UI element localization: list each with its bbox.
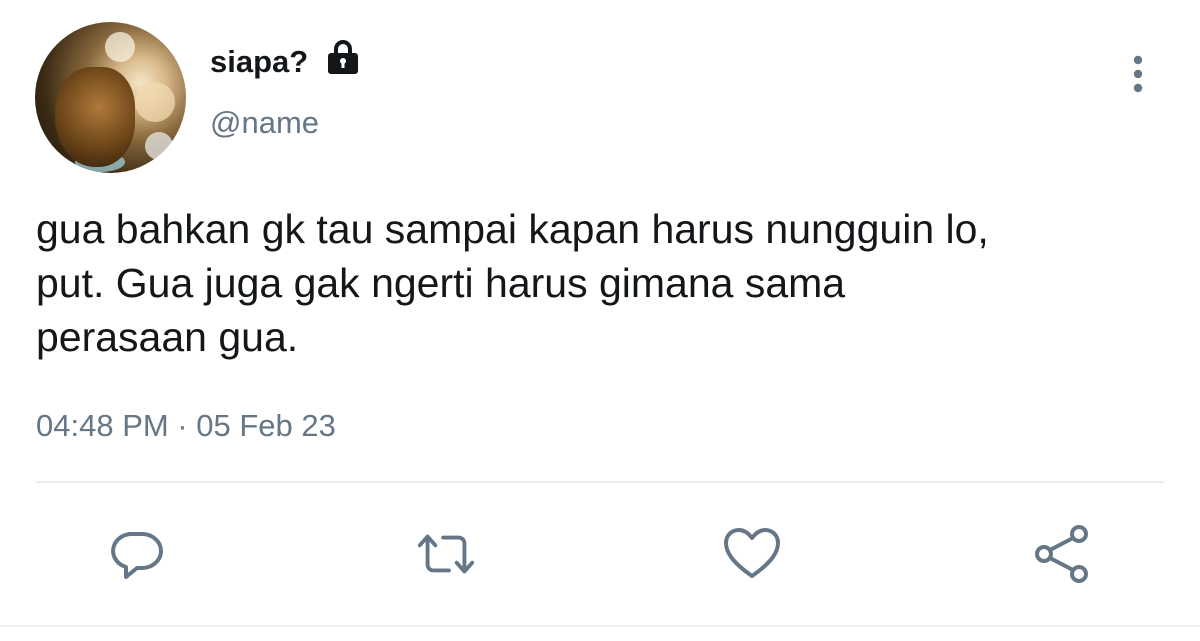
- reply-button[interactable]: [104, 522, 168, 586]
- retweet-icon: [417, 534, 475, 574]
- tweet-text-line: gua bahkan gk tau sampai kapan harus nun…: [36, 206, 989, 252]
- divider: [36, 481, 1164, 483]
- share-icon: [1035, 525, 1088, 583]
- share-button[interactable]: [1030, 522, 1094, 586]
- divider: [0, 625, 1200, 627]
- reply-icon: [111, 532, 163, 579]
- like-icon: [724, 528, 780, 578]
- tweet-timestamp[interactable]: 04:48 PM · 05 Feb 23: [36, 408, 336, 444]
- display-name[interactable]: siapa?: [210, 44, 308, 80]
- user-handle[interactable]: @name: [210, 105, 319, 141]
- tweet-text-line: perasaan gua.: [36, 314, 299, 360]
- tweet-text: gua bahkan gk tau sampai kapan harus nun…: [36, 202, 1156, 364]
- retweet-button[interactable]: [414, 522, 478, 586]
- tweet-card: siapa? @name gua bahkan gk tau sampai ka…: [0, 0, 1200, 641]
- avatar[interactable]: [35, 22, 186, 173]
- lock-icon: [328, 40, 358, 74]
- more-vertical-icon[interactable]: [1124, 54, 1152, 94]
- like-button[interactable]: [720, 522, 784, 586]
- tweet-text-line: put. Gua juga gak ngerti harus gimana sa…: [36, 260, 846, 306]
